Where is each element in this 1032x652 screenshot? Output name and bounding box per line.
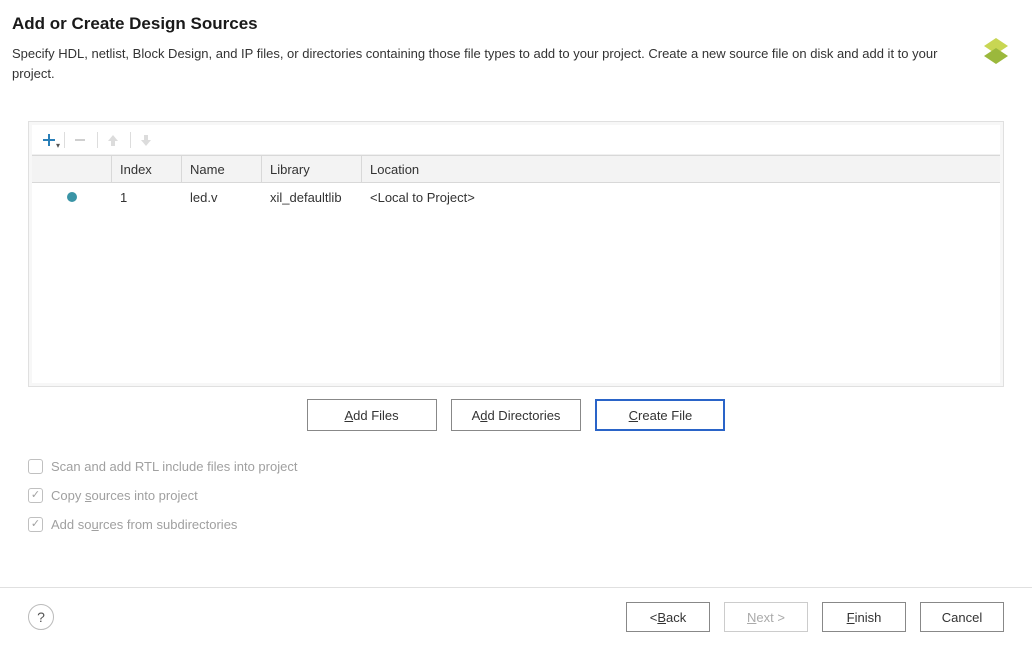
- verilog-file-icon: [32, 192, 112, 202]
- copy-sources-checkbox: [28, 488, 43, 503]
- add-icon[interactable]: [38, 129, 60, 151]
- col-name-header[interactable]: Name: [182, 156, 262, 182]
- add-subdirs-checkbox: [28, 517, 43, 532]
- remove-icon: [69, 129, 91, 151]
- move-down-icon: [135, 129, 157, 151]
- cancel-button[interactable]: Cancel: [920, 602, 1004, 632]
- table-body[interactable]: 1 led.v xil_defaultlib <Local to Project…: [32, 183, 1000, 383]
- page-subtitle: Specify HDL, netlist, Block Design, and …: [12, 44, 952, 83]
- cell-library: xil_defaultlib: [262, 190, 362, 205]
- next-button: Next >: [724, 602, 808, 632]
- xilinx-logo-icon: [978, 34, 1014, 70]
- create-file-button[interactable]: Create File: [595, 399, 725, 431]
- cell-index: 1: [112, 190, 182, 205]
- add-directories-button[interactable]: Add Directories: [451, 399, 582, 431]
- add-subdirs-label: Add sources from subdirectories: [51, 517, 237, 532]
- scan-rtl-checkbox: [28, 459, 43, 474]
- cell-name: led.v: [182, 190, 262, 205]
- finish-button[interactable]: Finish: [822, 602, 906, 632]
- back-button[interactable]: < Back: [626, 602, 710, 632]
- col-location-header[interactable]: Location: [362, 156, 1000, 182]
- table-toolbar: ▾: [32, 125, 1000, 155]
- move-up-icon: [102, 129, 124, 151]
- table-header-row: Index Name Library Location: [32, 155, 1000, 183]
- copy-sources-label: Copy sources into project: [51, 488, 198, 503]
- help-button[interactable]: ?: [28, 604, 54, 630]
- table-row[interactable]: 1 led.v xil_defaultlib <Local to Project…: [32, 183, 1000, 211]
- add-files-button[interactable]: Add Files: [307, 399, 437, 431]
- col-index-header[interactable]: Index: [112, 156, 182, 182]
- files-table-container: ▾ Index Name Library Loc: [28, 121, 1004, 387]
- col-library-header[interactable]: Library: [262, 156, 362, 182]
- page-title: Add or Create Design Sources: [12, 14, 1014, 34]
- scan-rtl-label: Scan and add RTL include files into proj…: [51, 459, 297, 474]
- cell-location: <Local to Project>: [362, 190, 1000, 205]
